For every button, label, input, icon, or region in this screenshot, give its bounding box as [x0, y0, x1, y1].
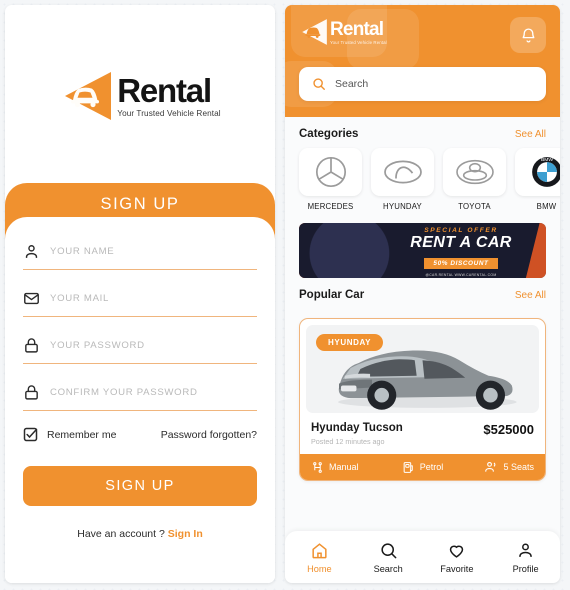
car-spec-fuel: Petrol	[385, 461, 459, 474]
popular-section-header: Popular Car See All	[285, 278, 560, 309]
form-options-row: Remember me Password forgotten?	[23, 427, 257, 442]
mail-field-row[interactable]	[23, 290, 257, 317]
categories-title: Categories	[299, 128, 359, 140]
search-bar[interactable]	[299, 67, 546, 101]
search-icon	[381, 542, 397, 558]
notification-button[interactable]	[510, 17, 546, 53]
category-label: MERCEDES	[307, 202, 354, 211]
category-item-hyunday[interactable]: HYUNDAY	[371, 148, 434, 211]
spec-label: 5 Seats	[503, 462, 534, 472]
tab-label: Home	[307, 563, 332, 574]
car-price: $525000	[483, 422, 534, 437]
name-field-row[interactable]	[23, 243, 257, 270]
signup-form: Remember me Password forgotten? SIGN UP …	[5, 217, 275, 583]
rental-logo-icon	[302, 19, 327, 45]
tab-label: Profile	[512, 563, 539, 574]
car-brand-badge: HYUNDAY	[316, 334, 384, 351]
bmw-logo-icon: BMW	[531, 157, 560, 187]
brand-logo-large: Rental Your Trusted Vehicle Rental	[5, 5, 275, 187]
lock-icon	[25, 338, 38, 353]
mail-icon	[24, 292, 39, 305]
categories-see-all-link[interactable]: See All	[515, 129, 546, 140]
promo-banner[interactable]: SPECIAL OFFER RENT A CAR 50% DISCOUNT @C…	[299, 223, 546, 278]
signup-title: SIGN UP	[100, 195, 180, 213]
tab-favorite[interactable]: Favorite	[423, 541, 492, 574]
popular-title: Popular Car	[299, 289, 365, 301]
app-header: Rental Your Trusted Vehicle Rental	[285, 5, 560, 117]
lock-icon	[25, 385, 38, 400]
name-input[interactable]	[50, 246, 257, 257]
have-account-row: Have an account ? Sign In	[23, 528, 257, 540]
rental-logo-icon	[65, 72, 112, 120]
spec-label: Manual	[329, 462, 359, 472]
user-icon	[25, 245, 38, 258]
password-input[interactable]	[50, 340, 257, 351]
seats-icon	[485, 461, 496, 472]
search-icon	[313, 78, 325, 90]
car-specs-bar: Manual Petrol 5 Seats	[300, 454, 545, 480]
category-item-bmw[interactable]: BMW BMW	[515, 148, 560, 211]
password-forgotten-link[interactable]: Password forgotten?	[161, 429, 257, 441]
car-info: Hyunday Tucson Posted 12 minutes ago $52…	[300, 413, 545, 454]
confirm-password-field-row[interactable]	[23, 384, 257, 411]
category-label: BMW	[536, 202, 557, 211]
category-item-mercedes[interactable]: MERCEDES	[299, 148, 362, 211]
checkbox-checked-icon	[23, 427, 38, 442]
tab-label: Favorite	[440, 563, 474, 574]
category-item-toyota[interactable]: TOYOTA	[443, 148, 506, 211]
banner-headline: RENT A CAR	[410, 234, 512, 251]
car-posted-time: Posted 12 minutes ago	[311, 437, 385, 446]
brand-tagline: Your Trusted Vehicle Rental	[330, 39, 387, 45]
banner-discount-badge: 50% DISCOUNT	[424, 257, 498, 269]
have-account-text: Have an account ?	[77, 528, 165, 540]
tab-profile[interactable]: Profile	[491, 541, 560, 574]
brand-tagline: Your Trusted Vehicle Rental	[117, 109, 221, 118]
sign-in-link[interactable]: Sign In	[168, 528, 203, 540]
home-screen: Rental Your Trusted Vehicle Rental Searc…	[285, 5, 560, 583]
bell-icon	[521, 27, 535, 42]
banner-contact-text: @CAR.RENTAL WWW.CARENTAL.COM	[425, 272, 497, 277]
signup-screen: Rental Your Trusted Vehicle Rental SIGN …	[5, 5, 275, 583]
categories-section-header: Categories See All	[285, 117, 560, 148]
home-content: Categories See All MERCEDES HYUNDAY TOYO…	[285, 117, 560, 531]
email-input[interactable]	[50, 293, 257, 304]
remember-me-checkbox[interactable]: Remember me	[23, 427, 116, 442]
car-spec-seats: 5 Seats	[460, 460, 534, 474]
car-name: Hyunday Tucson	[311, 422, 403, 434]
car-card[interactable]: HYUNDAY Hyunday Tucson Posted 12 minutes…	[299, 318, 546, 481]
confirm-password-input[interactable]	[50, 387, 257, 398]
bottom-navigation: Home Search Favorite Profile	[285, 531, 560, 583]
category-label: TOYOTA	[458, 202, 491, 211]
brand-name: Rental	[117, 72, 212, 109]
gearshift-icon	[313, 461, 322, 473]
fuel-icon	[403, 461, 413, 473]
home-icon	[312, 542, 327, 558]
category-label: HYUNDAY	[383, 202, 422, 211]
car-spec-transmission: Manual	[311, 461, 385, 474]
svg-text:BMW: BMW	[540, 157, 552, 163]
toyota-logo-icon	[455, 159, 494, 185]
categories-row[interactable]: MERCEDES HYUNDAY TOYOTA BMW BMW	[285, 148, 560, 211]
search-input[interactable]	[335, 78, 533, 90]
car-image: HYUNDAY	[306, 325, 539, 413]
signup-submit-button[interactable]: SIGN UP	[23, 466, 257, 506]
tab-search[interactable]: Search	[354, 541, 423, 574]
person-icon	[519, 542, 532, 557]
heart-icon	[450, 545, 464, 558]
app-stage: Rental Your Trusted Vehicle Rental SIGN …	[0, 0, 570, 590]
brand-name: Rental	[330, 18, 384, 40]
hyundai-logo-icon	[383, 160, 422, 184]
mercedes-logo-icon	[315, 156, 346, 188]
tab-label: Search	[373, 563, 403, 574]
brand-logo-header: Rental Your Trusted Vehicle Rental	[299, 17, 387, 47]
remember-me-label: Remember me	[47, 428, 117, 441]
spec-label: Petrol	[419, 462, 444, 472]
popular-see-all-link[interactable]: See All	[515, 290, 546, 301]
tab-home[interactable]: Home	[285, 541, 354, 574]
banner-offer-text: SPECIAL OFFER	[424, 227, 498, 234]
password-field-row[interactable]	[23, 337, 257, 364]
